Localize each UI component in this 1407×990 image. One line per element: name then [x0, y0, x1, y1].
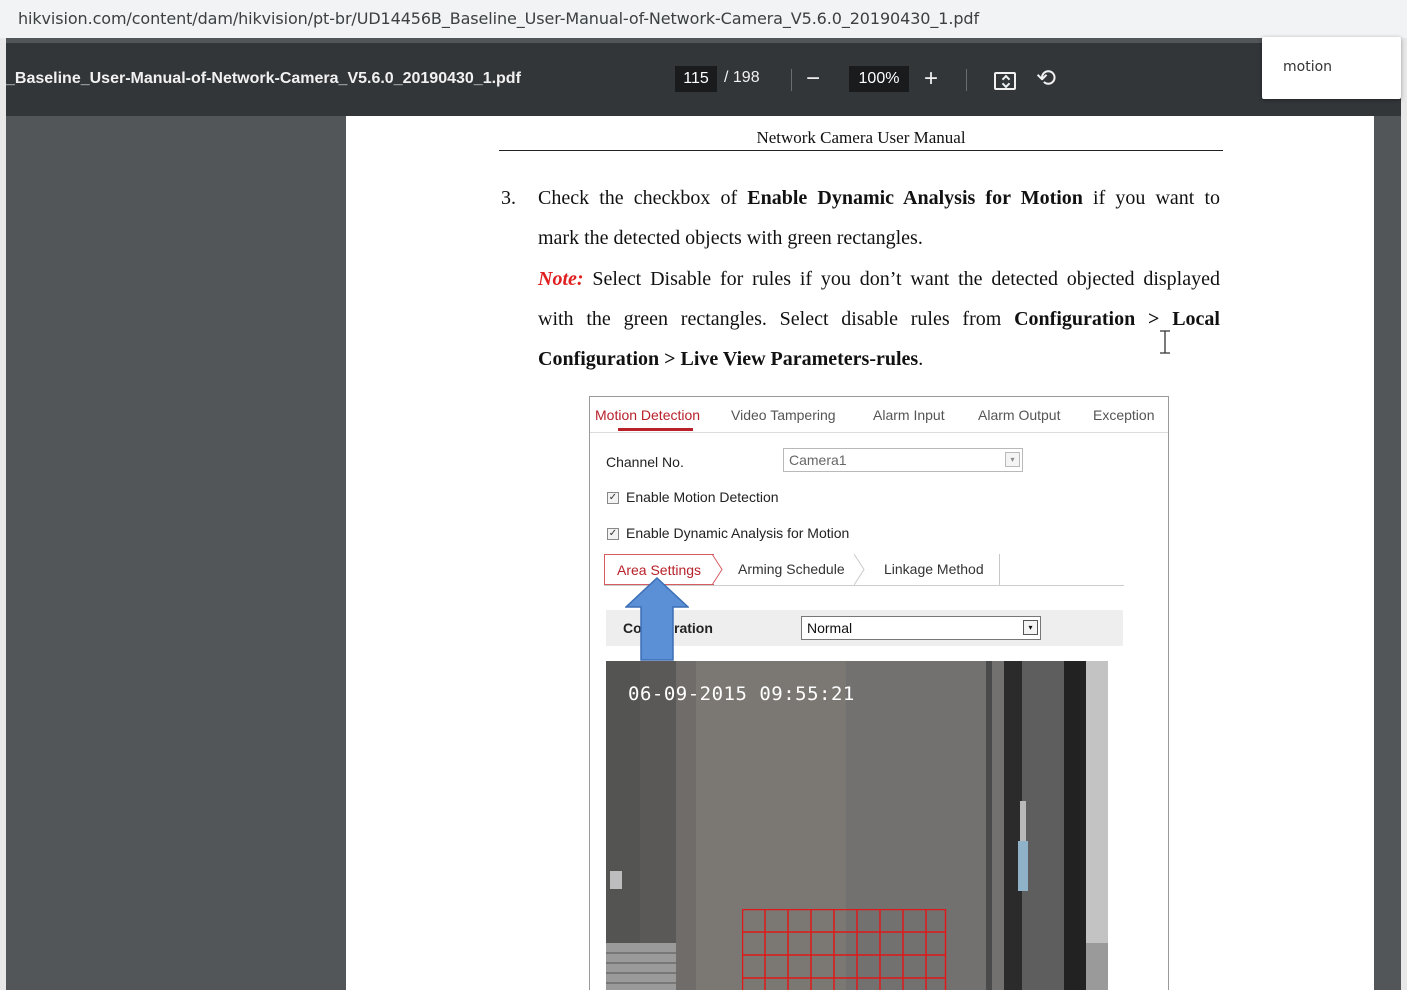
rotate-icon[interactable]: ⟲: [1036, 67, 1056, 91]
checkbox-icon: ✓: [607, 528, 619, 540]
tab-alarm-output: Alarm Output: [978, 407, 1061, 423]
chevron-right-icon: [712, 554, 723, 585]
find-input[interactable]: motion: [1283, 59, 1332, 75]
step-number: 3.: [501, 187, 516, 209]
zoom-level-input[interactable]: 100%: [849, 66, 909, 92]
subtab-label: Linkage Method: [884, 561, 984, 577]
address-bar[interactable]: hikvision.com/content/dam/hikvision/pt-b…: [0, 0, 1407, 38]
page-total: / 198: [724, 69, 760, 86]
text-run: if you want to: [1082, 187, 1221, 209]
tab-exception: Exception: [1093, 407, 1155, 423]
subtab-linkage-method: Linkage Method: [884, 554, 984, 585]
embedded-screenshot: Motion Detection Video Tampering Alarm I…: [589, 396, 1169, 990]
checkbox-icon: ✓: [607, 492, 619, 504]
text-run: Check the checkbox of: [538, 187, 748, 209]
paragraph-line: with the green rectangles. Select disabl…: [538, 299, 1220, 339]
bold-text: Enable Dynamic Analysis for Motion: [747, 187, 1083, 209]
paragraph-line: Note: Select Disable for rules if you do…: [538, 259, 1220, 299]
motion-grid-overlay: [742, 909, 947, 990]
find-bar[interactable]: motion: [1262, 37, 1401, 99]
paragraph-line: Check the checkbox of Enable Dynamic Ana…: [538, 178, 1220, 218]
page-number-input[interactable]: 115: [675, 66, 717, 92]
toolbar-divider: [791, 69, 792, 91]
window-right-edge: [1401, 38, 1407, 990]
pdf-toolbar: _Baseline_User-Manual-of-Network-Camera_…: [6, 43, 1401, 116]
text-run: with the green rectangles. Select disabl…: [538, 308, 1015, 330]
channel-label: Channel No.: [606, 454, 684, 470]
arrow-up-icon: [625, 577, 689, 661]
bold-text: Configuration > Local: [1014, 308, 1220, 330]
channel-select: Camera1 ▾: [783, 448, 1023, 472]
paragraph-line: Configuration > Live View Parameters-rul…: [538, 339, 1220, 379]
subtab-arming-schedule: Arming Schedule: [738, 554, 845, 585]
event-tabs: Motion Detection Video Tampering Alarm I…: [590, 397, 1168, 433]
toolbar-divider: [966, 69, 967, 91]
tab-alarm-input: Alarm Input: [873, 407, 945, 423]
chevron-down-icon: ▾: [1023, 620, 1038, 635]
page-header: Network Camera User Manual: [756, 128, 966, 147]
tab-motion-detection: Motion Detection: [595, 407, 701, 423]
header-rule: [499, 150, 1223, 151]
text-run: Select Disable for rules if you don’t wa…: [583, 268, 1220, 290]
viewer-left-margin: [6, 116, 346, 990]
subtab-label: Area Settings: [617, 562, 702, 578]
configuration-select: Normal ▾: [801, 616, 1041, 640]
chevron-right-icon: [854, 554, 865, 585]
subtab-divider: [999, 554, 1000, 585]
subtab-label: Arming Schedule: [738, 561, 845, 577]
fit-page-icon[interactable]: [994, 72, 1016, 90]
bold-text: Configuration > Live View Parameters-rul…: [538, 348, 919, 370]
zoom-in-button[interactable]: +: [924, 67, 938, 91]
tab-video-tampering: Video Tampering: [731, 407, 836, 423]
viewer-right-margin: [1374, 116, 1401, 990]
enable-motion-label: Enable Motion Detection: [626, 489, 779, 505]
video-timestamp: 06-09-2015 09:55:21: [628, 683, 855, 705]
active-tab-indicator: [618, 428, 693, 431]
pdf-page: Network Camera User Manual 3. Check the …: [346, 116, 1374, 990]
chevron-down-icon: ▾: [1005, 452, 1020, 467]
text-cursor-icon: [1160, 330, 1170, 354]
configuration-value: Normal: [807, 620, 853, 636]
note-label: Note:: [538, 268, 584, 290]
zoom-out-button[interactable]: −: [806, 67, 820, 91]
enable-dynamic-label: Enable Dynamic Analysis for Motion: [626, 525, 850, 541]
paragraph-line: mark the detected objects with green rec…: [538, 218, 1220, 258]
url-text[interactable]: hikvision.com/content/dam/hikvision/pt-b…: [18, 9, 979, 28]
text-run: .: [918, 348, 924, 370]
pdf-filename: _Baseline_User-Manual-of-Network-Camera_…: [6, 70, 521, 87]
channel-value: Camera1: [789, 452, 847, 468]
camera-preview: 06-09-2015 09:55:21: [606, 661, 1108, 990]
text-run: mark the detected objects with green rec…: [538, 227, 923, 249]
